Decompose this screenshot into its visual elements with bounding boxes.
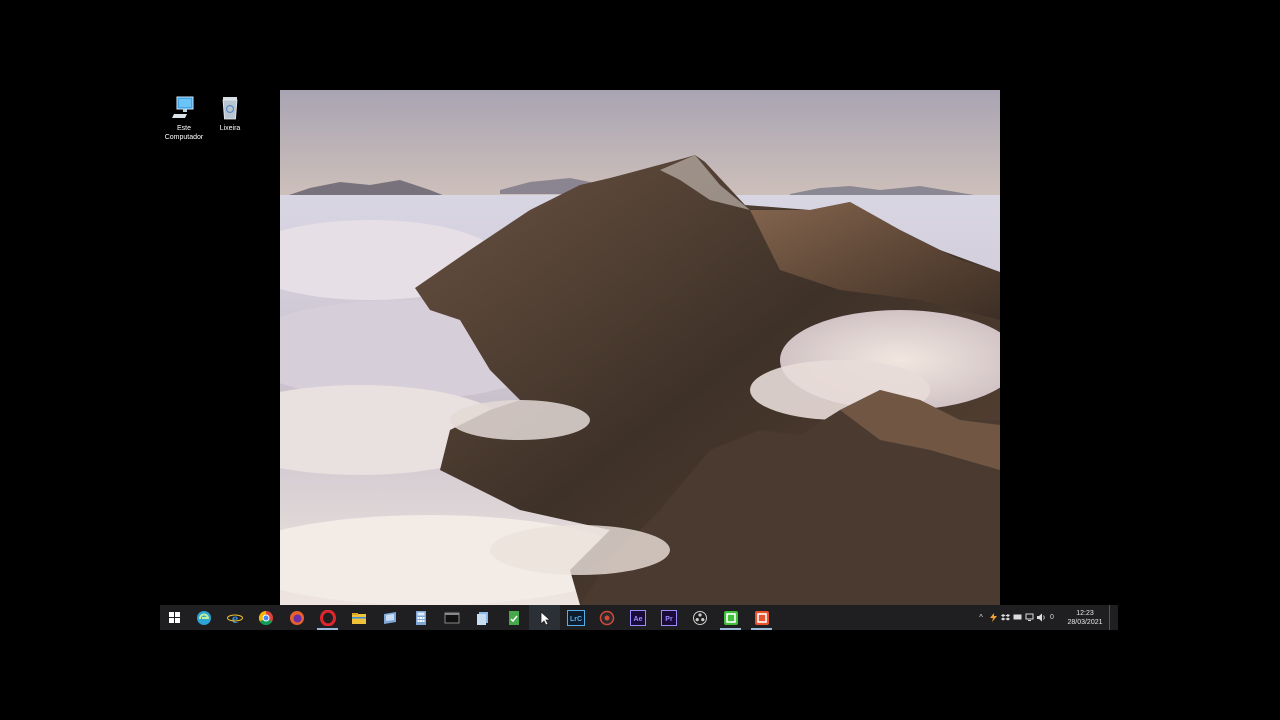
bolt-icon <box>989 613 997 622</box>
premiere-icon: Pr <box>660 609 677 626</box>
taskbar-app-opera[interactable] <box>312 605 343 630</box>
files-icon <box>476 611 488 625</box>
taskbar-app-chrome[interactable] <box>250 605 281 630</box>
system-tray: ^ 0 12:23 28/03/2021 <box>975 605 1118 630</box>
chrome-icon <box>258 610 273 625</box>
wallpaper-mountain-image <box>280 90 1000 605</box>
recorder-icon <box>754 610 769 625</box>
davinci-icon <box>599 610 614 625</box>
taskbar-app-edge[interactable] <box>188 605 219 630</box>
taskbar-app-recorder[interactable] <box>746 605 777 630</box>
tray-network-icon[interactable] <box>1023 605 1035 630</box>
dropbox-icon <box>1000 614 1010 621</box>
taskbar-app-calculator[interactable] <box>405 605 436 630</box>
edge-icon <box>196 610 211 625</box>
taskbar-app-camtasia[interactable] <box>715 605 746 630</box>
desktop-icon-label: Este <box>176 125 191 132</box>
after-effects-icon: Ae <box>629 609 646 626</box>
windows-start-icon <box>168 612 180 623</box>
tray-app-icon[interactable] <box>987 605 999 630</box>
taskbar-app-files[interactable] <box>467 605 498 630</box>
taskbar: e LrC Ae Pr ^ 0 12:23 28/03/2021 <box>160 605 1118 630</box>
lrc-icon: LrC <box>566 609 585 626</box>
desktop: Este Computador Lixeira e LrC Ae Pr ^ 0 … <box>0 0 1280 720</box>
cursor-icon <box>540 610 551 626</box>
clock[interactable]: 12:23 28/03/2021 <box>1063 609 1107 627</box>
taskbar-app-firefox[interactable] <box>281 605 312 630</box>
desktop-icon-label: Lixeira <box>219 125 241 132</box>
desktop-icon-recycle-bin[interactable]: Lixeira <box>206 94 254 133</box>
monitor-icon <box>1013 614 1021 620</box>
tray-badge-count: 0 <box>1050 614 1054 621</box>
taskbar-app-green-doc[interactable] <box>498 605 529 630</box>
premiere-label: Pr <box>665 616 673 623</box>
clock-time: 12:23 <box>1076 609 1094 617</box>
desktop-icon-this-pc[interactable]: Este Computador <box>160 94 208 142</box>
tray-volume-icon[interactable] <box>1035 605 1047 630</box>
network-icon <box>1025 613 1033 621</box>
taskbar-pinned-apps: e LrC Ae Pr <box>188 605 777 630</box>
taskbar-app-blue-window[interactable] <box>374 605 405 630</box>
window-icon <box>383 611 396 624</box>
taskbar-app-cursor[interactable] <box>529 605 560 630</box>
firefox-icon <box>289 610 304 625</box>
svg-text:e: e <box>231 612 237 626</box>
taskbar-app-davinci[interactable] <box>591 605 622 630</box>
taskbar-app-after-effects[interactable]: Ae <box>622 605 653 630</box>
obs-icon <box>692 610 707 625</box>
taskbar-app-obs[interactable] <box>684 605 715 630</box>
mountain-clouds-picture <box>280 90 1000 605</box>
chevron-up-icon[interactable]: ^ <box>975 605 987 630</box>
opera-icon <box>319 609 336 626</box>
after-effects-label: Ae <box>633 616 642 623</box>
recycle-bin-icon <box>222 97 238 120</box>
taskbar-app-terminal[interactable] <box>436 605 467 630</box>
taskbar-app-internet-explorer[interactable]: e <box>219 605 250 630</box>
tray-display-icon[interactable] <box>1011 605 1023 630</box>
tray-dropbox-icon[interactable] <box>999 605 1011 630</box>
calculator-icon <box>415 610 426 625</box>
show-desktop-button[interactable] <box>1109 605 1112 630</box>
ie-icon: e <box>226 612 243 626</box>
lrc-label: LrC <box>569 616 581 623</box>
desktop-icon-label: Computador <box>164 134 204 141</box>
folder-icon <box>351 612 366 624</box>
taskbar-app-file-explorer[interactable] <box>343 605 374 630</box>
computer-icon <box>172 96 194 118</box>
taskbar-app-lightroom-classic[interactable]: LrC <box>560 605 591 630</box>
green-doc-icon <box>508 610 519 625</box>
camtasia-icon <box>723 610 738 625</box>
start-button[interactable] <box>160 605 188 630</box>
clock-date: 28/03/2021 <box>1067 618 1103 626</box>
taskbar-app-premiere[interactable]: Pr <box>653 605 684 630</box>
terminal-icon <box>444 612 459 623</box>
speaker-icon <box>1036 613 1045 622</box>
